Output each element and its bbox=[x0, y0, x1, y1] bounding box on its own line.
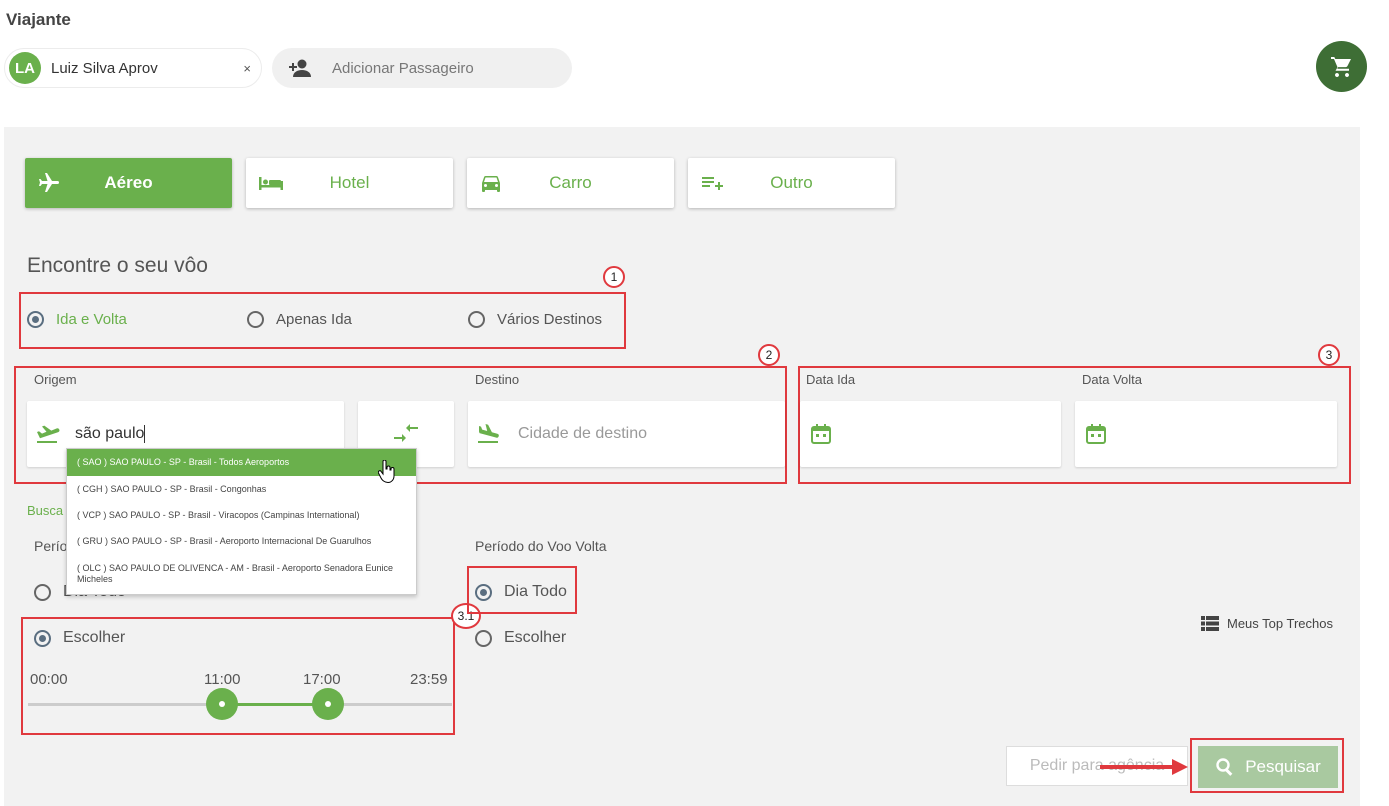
annotation-number-3: 3 bbox=[1318, 344, 1340, 366]
radio-period-return-dia-todo[interactable]: Dia Todo bbox=[475, 583, 567, 601]
traveler-name: Luiz Silva Aprov bbox=[51, 59, 158, 77]
tab-outro[interactable]: Outro bbox=[688, 158, 895, 208]
radio-indicator bbox=[34, 629, 51, 647]
tab-aereo-label: Aéreo bbox=[104, 173, 153, 192]
swap-icon bbox=[392, 423, 420, 445]
radio-apenas-ida[interactable]: Apenas Ida bbox=[247, 311, 352, 328]
viajante-title: Viajante bbox=[6, 10, 71, 29]
radio-period-return-escolher[interactable]: Escolher bbox=[475, 629, 566, 647]
tab-hotel[interactable]: Hotel bbox=[246, 158, 453, 208]
top-trechos-link[interactable]: Meus Top Trechos bbox=[1201, 616, 1333, 631]
busca-link[interactable]: Busca bbox=[27, 503, 63, 518]
suggestion-item[interactable]: ( GRU ) SAO PAULO - SP - Brasil - Aeropo… bbox=[67, 528, 416, 554]
annotation-arrow bbox=[1100, 757, 1190, 777]
tab-hotel-label: Hotel bbox=[329, 173, 370, 192]
date-out-label: Data Ida bbox=[806, 372, 856, 387]
radio-period-return-dia-todo-label: Dia Todo bbox=[504, 583, 567, 600]
radio-indicator bbox=[27, 311, 44, 328]
calendar-icon bbox=[810, 423, 832, 445]
annotation-number-2: 2 bbox=[758, 344, 780, 366]
radio-period-return-escolher-label: Escolher bbox=[504, 629, 567, 646]
time-slider-high-handle[interactable] bbox=[312, 688, 345, 720]
search-button[interactable]: Pesquisar bbox=[1198, 746, 1338, 788]
annotation-number-1: 1 bbox=[603, 266, 625, 288]
tab-outro-label: Outro bbox=[770, 173, 813, 192]
tab-carro[interactable]: Carro bbox=[467, 158, 674, 208]
list-icon bbox=[1201, 616, 1219, 631]
avatar: LA bbox=[9, 52, 41, 84]
destination-input[interactable]: Cidade de destino bbox=[468, 401, 785, 467]
tab-carro-label: Carro bbox=[549, 173, 592, 192]
calendar-icon bbox=[1085, 423, 1107, 445]
radio-period-out-escolher-label: Escolher bbox=[63, 629, 126, 646]
radio-apenas-ida-label: Apenas Ida bbox=[276, 311, 352, 328]
slider-max-label: 23:59 bbox=[410, 671, 448, 688]
tab-aereo[interactable]: Aéreo bbox=[25, 158, 232, 208]
destination-label: Destino bbox=[475, 372, 520, 387]
period-return-label: Período do Voo Volta bbox=[475, 538, 607, 554]
suggestion-item[interactable]: ( OLC ) SAO PAULO DE OLIVENCA - AM - Bra… bbox=[67, 554, 416, 594]
date-return-label: Data Volta bbox=[1082, 372, 1142, 387]
origin-value: são paulo bbox=[75, 425, 145, 442]
remove-traveler-button[interactable]: × bbox=[243, 61, 251, 76]
radio-period-out-escolher[interactable]: Escolher bbox=[34, 629, 125, 647]
person-add-icon bbox=[288, 58, 312, 78]
text-cursor bbox=[144, 425, 146, 443]
radio-ida-e-volta-label: Ida e Volta bbox=[56, 311, 127, 328]
top-trechos-label: Meus Top Trechos bbox=[1227, 616, 1333, 631]
slider-min-label: 00:00 bbox=[30, 671, 68, 688]
radio-varios-destinos[interactable]: Vários Destinos bbox=[468, 311, 602, 328]
radio-varios-destinos-label: Vários Destinos bbox=[497, 311, 603, 328]
time-slider-low-handle[interactable] bbox=[206, 688, 239, 720]
mouse-pointer-icon bbox=[378, 460, 396, 484]
radio-indicator bbox=[34, 583, 51, 601]
slider-high-label: 17:00 bbox=[303, 671, 341, 688]
radio-indicator bbox=[475, 583, 492, 601]
cart-icon bbox=[1330, 55, 1354, 79]
add-passenger-label: Adicionar Passageiro bbox=[332, 59, 474, 77]
flight-land-icon bbox=[476, 423, 502, 445]
destination-placeholder: Cidade de destino bbox=[518, 425, 647, 442]
origin-label: Origem bbox=[34, 372, 77, 387]
search-icon bbox=[1215, 757, 1235, 777]
date-out-input[interactable] bbox=[800, 401, 1061, 467]
slider-low-label: 11:00 bbox=[204, 671, 241, 688]
search-button-label: Pesquisar bbox=[1245, 757, 1321, 776]
period-out-label: Perío bbox=[34, 538, 68, 554]
suggestion-item[interactable]: ( CGH ) SAO PAULO - SP - Brasil - Congon… bbox=[67, 476, 416, 502]
flight-takeoff-icon bbox=[35, 423, 61, 445]
origin-suggestions-dropdown: ( SAO ) SAO PAULO - SP - Brasil - Todos … bbox=[66, 448, 417, 595]
page-title: Encontre o seu vôo bbox=[27, 254, 208, 277]
suggestion-item[interactable]: ( SAO ) SAO PAULO - SP - Brasil - Todos … bbox=[67, 449, 416, 476]
radio-indicator bbox=[468, 311, 485, 328]
add-passenger-button[interactable]: Adicionar Passageiro bbox=[272, 48, 572, 88]
radio-ida-e-volta[interactable]: Ida e Volta bbox=[27, 311, 127, 328]
date-return-input[interactable] bbox=[1075, 401, 1337, 467]
traveler-chip[interactable]: LA Luiz Silva Aprov × bbox=[4, 48, 262, 88]
radio-indicator bbox=[247, 311, 264, 328]
radio-indicator bbox=[475, 629, 492, 647]
cart-button[interactable] bbox=[1316, 41, 1367, 92]
suggestion-item[interactable]: ( VCP ) SAO PAULO - SP - Brasil - Viraco… bbox=[67, 502, 416, 528]
